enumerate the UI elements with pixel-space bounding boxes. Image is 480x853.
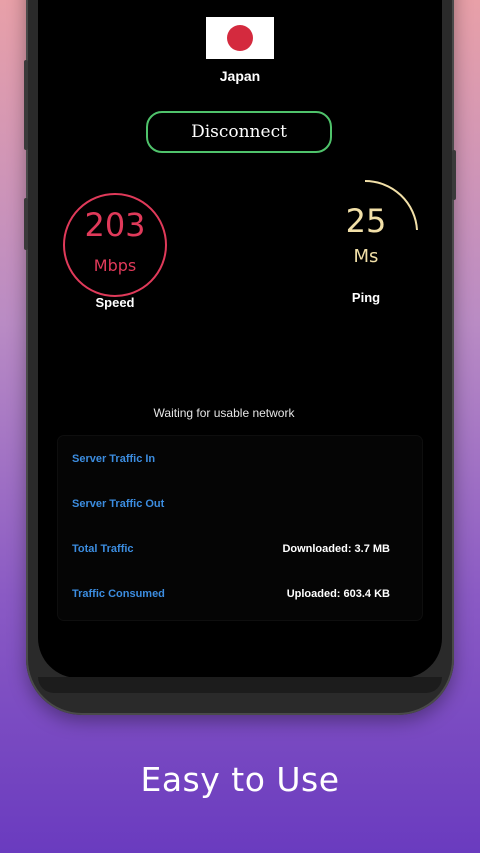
- disconnect-button[interactable]: Disconnect: [146, 111, 332, 153]
- speed-value: 203: [84, 206, 146, 244]
- traffic-row-total: Total Traffic Downloaded: 3.7 MB: [72, 543, 390, 563]
- phone-chin: [38, 677, 442, 693]
- traffic-label: Traffic Consumed: [72, 588, 165, 600]
- phone-volume-button: [24, 60, 28, 150]
- phone-power-button: [452, 150, 456, 200]
- traffic-label: Server Traffic In: [72, 453, 156, 465]
- speed-unit: Mbps: [93, 256, 137, 275]
- ping-unit: Ms: [353, 246, 379, 267]
- phone-volume-button: [24, 198, 28, 250]
- ping-label: Ping: [351, 290, 381, 305]
- server-country: Japan: [219, 68, 261, 84]
- traffic-value: Uploaded: 603.4 KB: [286, 588, 390, 600]
- traffic-row-server-out: Server Traffic Out: [72, 498, 390, 518]
- japan-flag-icon[interactable]: [206, 17, 274, 59]
- traffic-row-consumed: Traffic Consumed Uploaded: 603.4 KB: [72, 588, 390, 608]
- traffic-value: Downloaded: 3.7 MB: [282, 543, 390, 555]
- traffic-panel: Server Traffic In Server Traffic Out Tot…: [58, 436, 422, 620]
- traffic-row-server-in: Server Traffic In: [72, 453, 390, 473]
- traffic-label: Total Traffic: [72, 543, 134, 555]
- flag-sun: [227, 25, 253, 51]
- connection-status: Waiting for usable network: [153, 406, 295, 420]
- speed-label: Speed: [95, 295, 135, 310]
- promo-caption: Easy to Use: [140, 760, 340, 799]
- traffic-label: Server Traffic Out: [72, 498, 165, 510]
- ping-value: 25: [345, 202, 387, 240]
